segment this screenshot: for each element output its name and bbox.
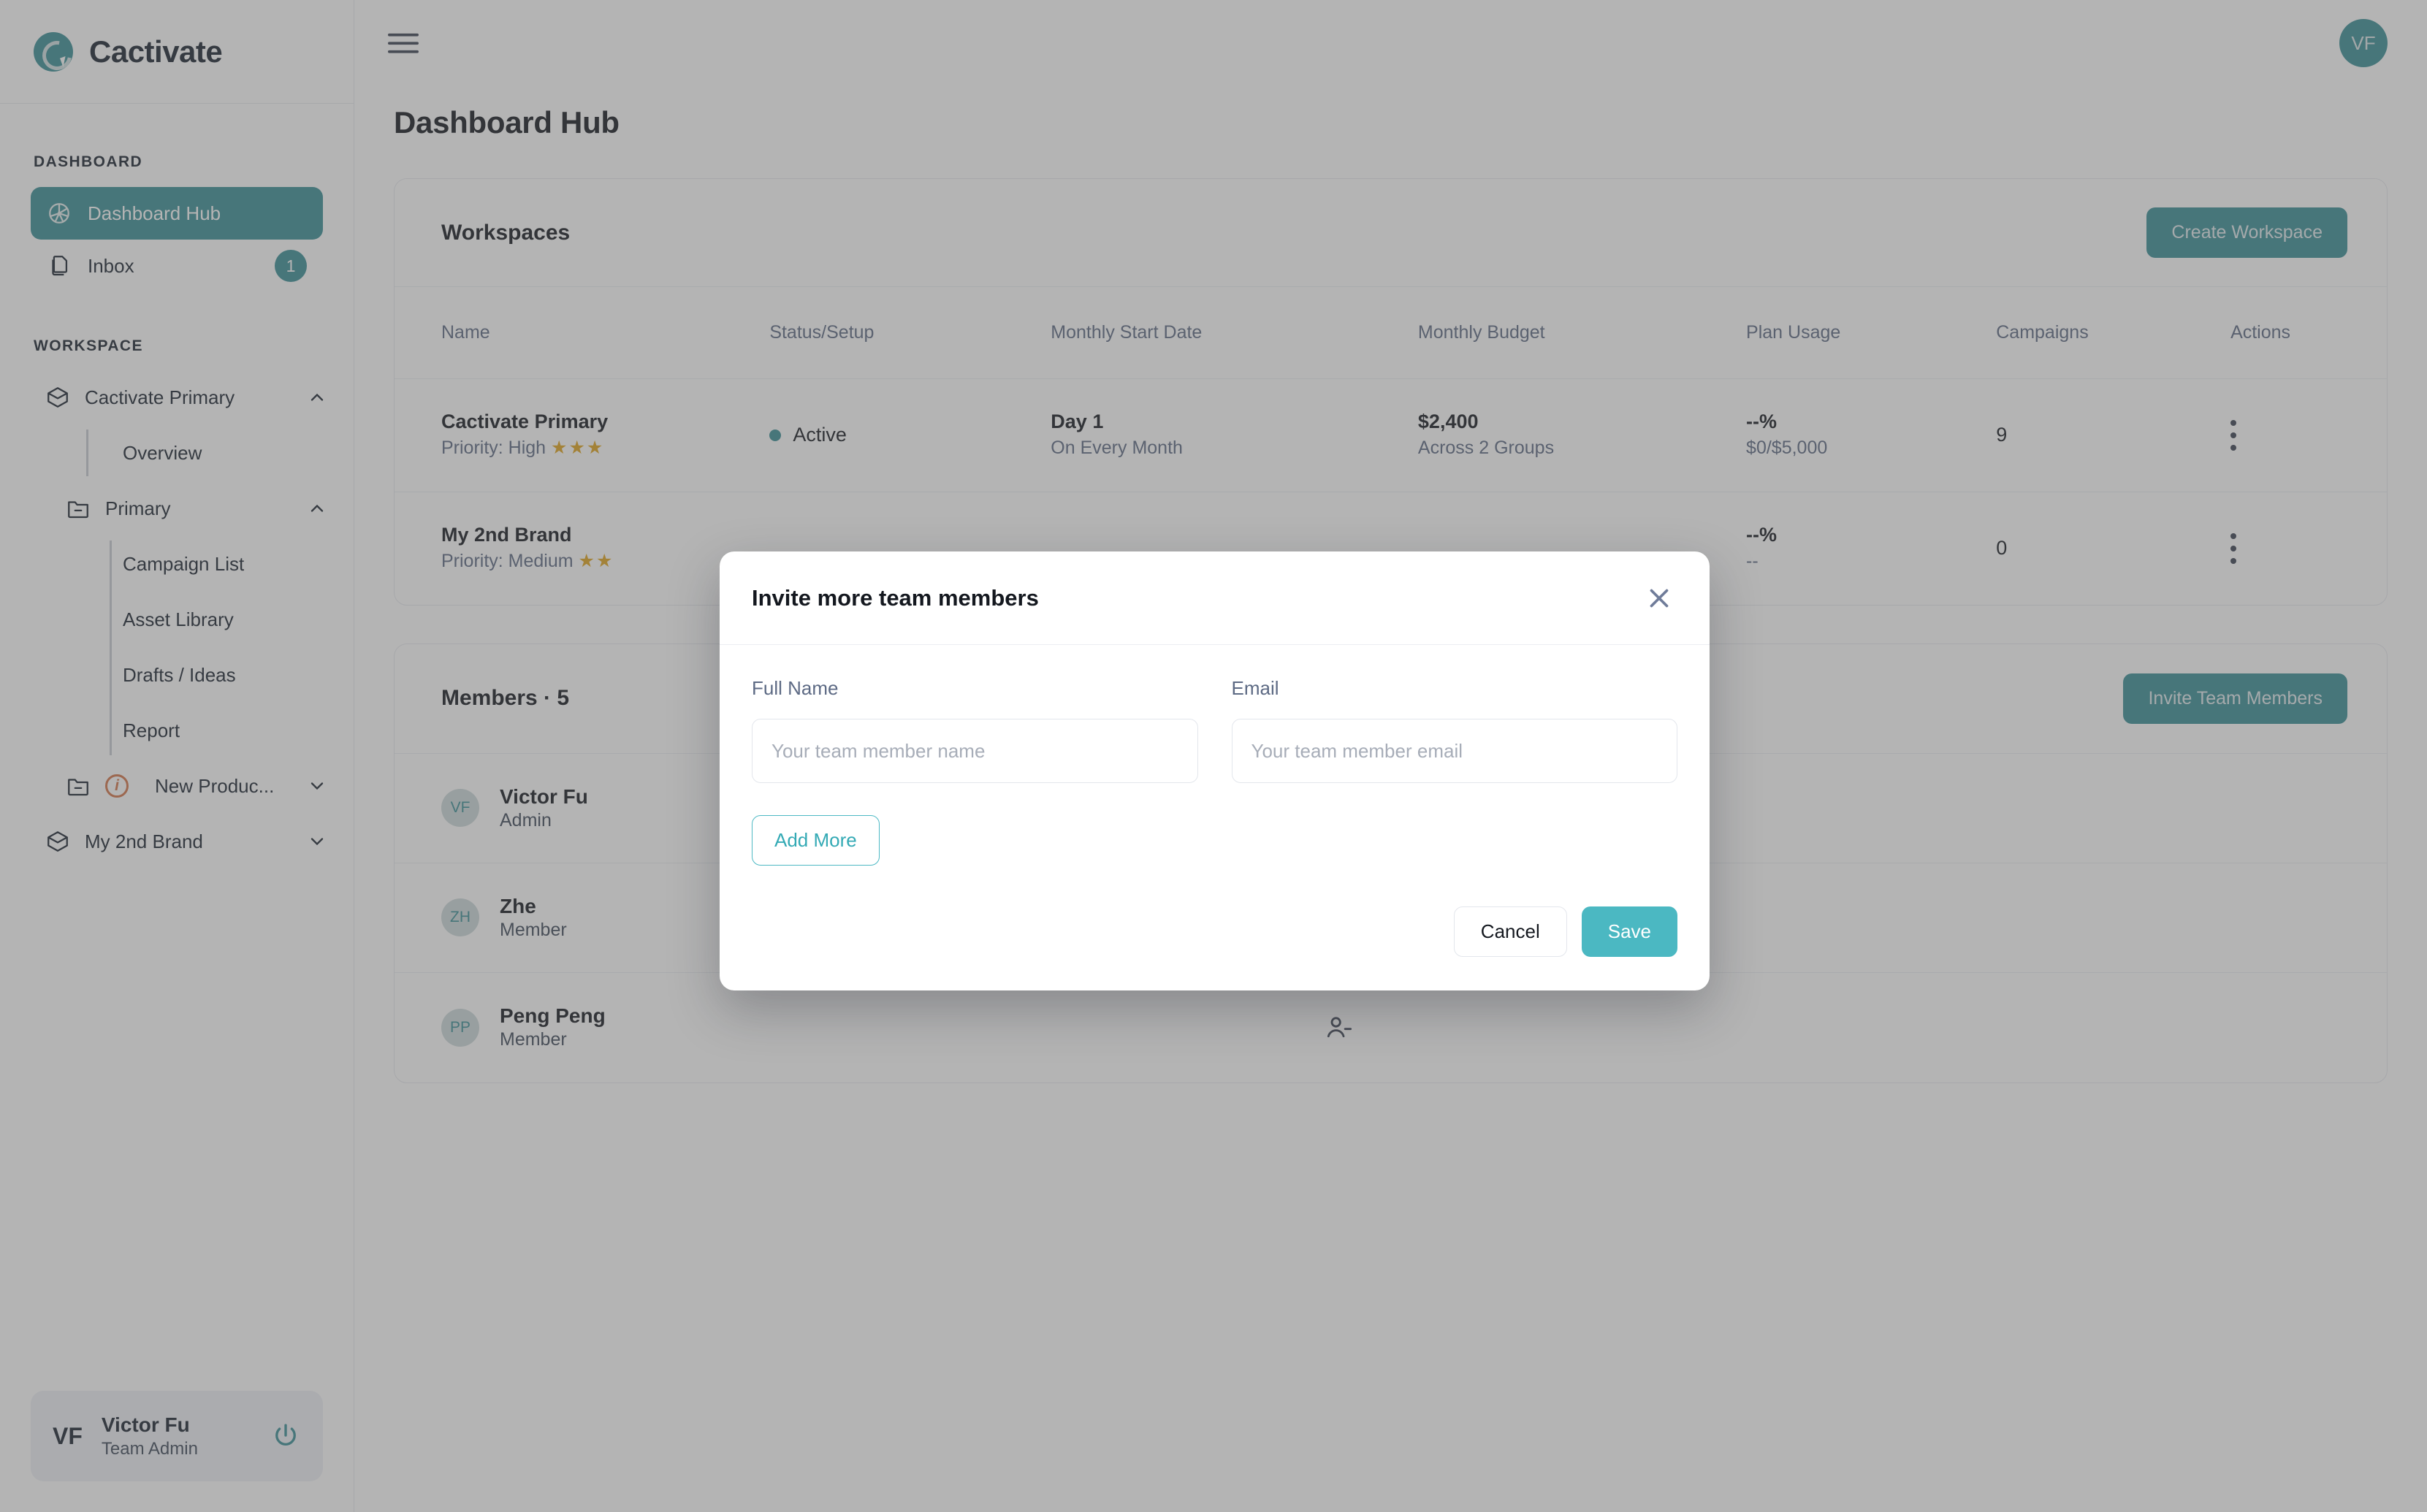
cancel-button[interactable]: Cancel	[1453, 906, 1567, 957]
invite-fields-row: Full Name Email	[752, 677, 1677, 783]
save-button[interactable]: Save	[1581, 906, 1677, 957]
modal-body: Full Name Email Add More	[720, 645, 1710, 866]
email-field-group: Email	[1231, 677, 1677, 783]
add-more-button[interactable]: Add More	[752, 815, 880, 866]
full-name-input[interactable]	[752, 719, 1198, 783]
modal-footer: Cancel Save	[720, 866, 1710, 990]
email-input[interactable]	[1231, 719, 1677, 783]
full-name-label: Full Name	[752, 677, 839, 699]
modal-header: Invite more team members	[720, 551, 1710, 645]
modal-title: Invite more team members	[752, 584, 1039, 611]
email-label: Email	[1231, 677, 1279, 699]
full-name-field-group: Full Name	[752, 677, 1198, 783]
invite-members-modal: Invite more team members Full Name Email…	[720, 551, 1710, 990]
application-root: Cactivate DASHBOARD Dashboard Hub Inbox …	[0, 0, 2427, 1512]
close-icon[interactable]	[1644, 583, 1674, 614]
